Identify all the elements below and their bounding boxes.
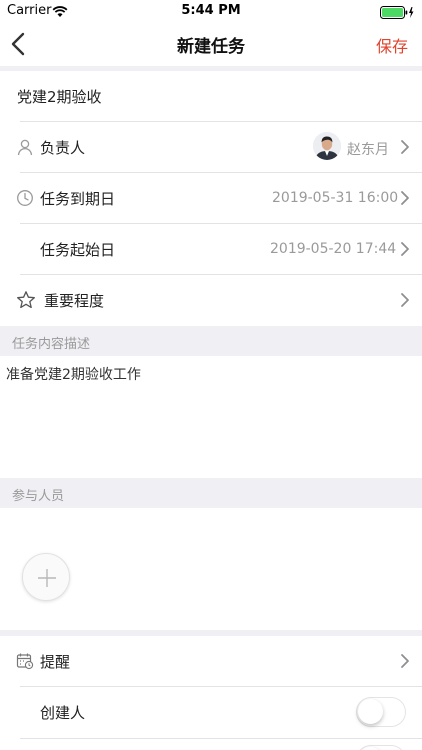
clock-icon [16, 189, 34, 207]
calendar-clock-icon [16, 652, 34, 670]
start-date-row[interactable]: 任务起始日 2019-05-20 17:44 [0, 224, 422, 275]
chevron-right-icon [400, 653, 410, 669]
importance-label: 重要程度 [44, 292, 105, 310]
owner-label: 负责人 [40, 139, 86, 157]
task-name-field[interactable]: 党建2期验收 [0, 71, 422, 121]
divider [20, 738, 422, 739]
add-participant-button[interactable] [22, 553, 70, 601]
importance-row[interactable]: 重要程度 [0, 275, 422, 326]
chevron-right-icon [400, 292, 410, 308]
due-date-value: 2019-05-31 16:00 [272, 190, 399, 206]
plus-icon [38, 569, 56, 587]
participants-section-header: 参与人员 [0, 478, 422, 508]
owner-name: 赵东月 [347, 142, 389, 158]
creator-label: 创建人 [40, 704, 86, 722]
person-icon [16, 138, 34, 156]
battery-icon [380, 4, 416, 23]
page-title: 新建任务 [177, 37, 245, 57]
toggle-knob [358, 699, 383, 724]
star-icon [16, 290, 36, 310]
chevron-right-icon [400, 241, 410, 257]
description-header-label: 任务内容描述 [12, 337, 91, 352]
description-section-header: 任务内容描述 [0, 326, 422, 356]
description-text[interactable]: 准备党建2期验收工作 [6, 364, 141, 384]
save-button[interactable]: 保存 [376, 33, 408, 57]
navigation-bar: 新建任务 保存 [0, 22, 422, 66]
chevron-right-icon [400, 139, 410, 155]
status-bar: Carrier 5:44 PM [0, 0, 422, 22]
next-toggle[interactable] [356, 745, 406, 750]
reminder-row[interactable]: 提醒 [0, 636, 422, 687]
owner-avatar [313, 132, 341, 160]
due-date-label: 任务到期日 [40, 190, 116, 208]
clock-time: 5:44 PM [181, 3, 241, 18]
start-date-value: 2019-05-20 17:44 [270, 241, 397, 257]
due-date-row[interactable]: 任务到期日 2019-05-31 16:00 [0, 173, 422, 224]
reminder-label: 提醒 [40, 653, 71, 671]
chevron-right-icon [400, 190, 410, 206]
creator-toggle[interactable] [356, 697, 406, 727]
owner-row[interactable]: 负责人 赵东月 [0, 122, 422, 173]
start-date-label: 任务起始日 [40, 241, 116, 259]
participants-header-label: 参与人员 [12, 489, 65, 504]
task-name-text: 党建2期验收 [17, 88, 102, 106]
